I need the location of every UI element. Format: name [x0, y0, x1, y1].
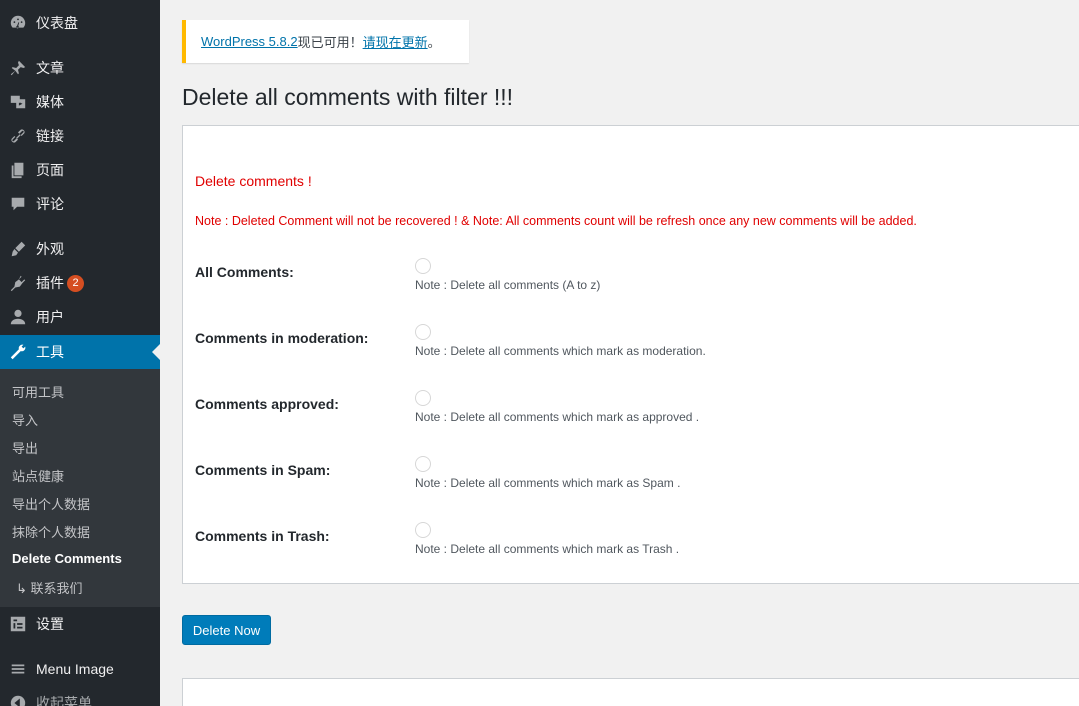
submenu-item-import[interactable]: 导入 — [12, 410, 38, 429]
comment-icon — [0, 195, 36, 213]
sidebar-item-label: Menu Image — [36, 661, 114, 677]
sidebar-item-label: 媒体 — [36, 94, 64, 110]
update-notice: WordPress 5.8.2 现已可用！ 请现在更新 。 — [182, 20, 469, 63]
brush-icon — [0, 240, 36, 258]
sidebar-item-plugins[interactable]: 插件 2 — [0, 266, 160, 300]
radio-trash[interactable] — [415, 522, 431, 538]
pin-icon — [0, 59, 36, 77]
option-note-all: Note : Delete all comments (A to z) — [415, 278, 601, 292]
sidebar-item-settings[interactable]: 设置 — [0, 607, 160, 641]
page-title: Delete all comments with filter !!! — [182, 84, 514, 110]
submenu-item-available-tools[interactable]: 可用工具 — [12, 382, 64, 401]
radio-spam[interactable] — [415, 456, 431, 472]
sidebar-item-pages[interactable]: 页面 — [0, 153, 160, 187]
sidebar-item-dashboard[interactable]: 仪表盘 — [0, 6, 160, 40]
sidebar-item-menu-image[interactable]: Menu Image — [0, 652, 160, 686]
option-label-moderation: Comments in moderation: — [195, 330, 369, 346]
dashboard-icon — [0, 14, 36, 32]
sidebar-item-tools[interactable]: 工具 — [0, 335, 160, 369]
media-icon — [0, 93, 36, 111]
sidebar-item-links[interactable]: 链接 — [0, 119, 160, 153]
user-icon — [0, 308, 36, 326]
radio-approved[interactable] — [415, 390, 431, 406]
sidebar-item-label: 链接 — [36, 128, 64, 144]
submenu-item-contact-us[interactable]: ↳ 联系我们 — [16, 578, 83, 597]
wrench-icon — [0, 343, 36, 361]
sidebar-item-label: 收起菜单 — [36, 695, 92, 706]
sidebar-item-label: 评论 — [36, 196, 64, 212]
sidebar-item-media[interactable]: 媒体 — [0, 85, 160, 119]
sidebar-item-collapse[interactable]: 收起菜单 — [0, 686, 160, 706]
settings-icon — [0, 615, 36, 633]
option-note-moderation: Note : Delete all comments which mark as… — [415, 344, 706, 358]
menu-icon — [0, 660, 36, 678]
collapse-icon — [0, 694, 36, 706]
page-icon — [0, 161, 36, 179]
option-label-approved: Comments approved: — [195, 396, 339, 412]
sidebar-item-appearance[interactable]: 外观 — [0, 232, 160, 266]
sidebar-item-users[interactable]: 用户 — [0, 300, 160, 334]
submenu-item-site-health[interactable]: 站点健康 — [12, 466, 64, 485]
option-note-approved: Note : Delete all comments which mark as… — [415, 410, 700, 424]
sidebar-item-comments[interactable]: 评论 — [0, 187, 160, 221]
submenu-item-erase-personal-data[interactable]: 抹除个人数据 — [12, 522, 90, 541]
notice-suffix: 。 — [427, 35, 441, 50]
update-now-link[interactable]: 请现在更新 — [363, 32, 428, 51]
option-note-spam: Note : Delete all comments which mark as… — [415, 476, 681, 490]
sidebar-item-label: 用户 — [36, 309, 64, 325]
admin-sidebar: 仪表盘 文章 媒体 链接 页面 评论 外观 插件 2 用户 工具 可用工具 导入… — [0, 0, 160, 706]
update-count-badge: 2 — [67, 274, 84, 292]
delete-now-button[interactable]: Delete Now — [182, 615, 271, 645]
panel-heading: Delete comments ! — [195, 173, 312, 189]
submenu-item-export-personal-data[interactable]: 导出个人数据 — [12, 494, 90, 513]
delete-comments-panel: Delete comments ! Note : Deleted Comment… — [182, 125, 1079, 584]
notice-text: 现已可用！ — [297, 35, 363, 50]
sidebar-item-label: 仪表盘 — [36, 15, 78, 31]
sidebar-item-label: 设置 — [36, 616, 64, 632]
sidebar-item-posts[interactable]: 文章 — [0, 51, 160, 85]
option-note-trash: Note : Delete all comments which mark as… — [415, 542, 680, 556]
sidebar-item-label: 插件 — [36, 275, 64, 291]
sidebar-item-label: 外观 — [36, 241, 64, 257]
radio-moderation[interactable] — [415, 324, 431, 340]
link-icon — [0, 127, 36, 145]
tools-submenu: 可用工具 导入 导出 站点健康 导出个人数据 抹除个人数据 Delete Com… — [0, 369, 160, 607]
radio-all-comments[interactable] — [415, 258, 431, 274]
option-label-trash: Comments in Trash: — [195, 528, 330, 544]
submenu-item-export[interactable]: 导出 — [12, 438, 38, 457]
panel-warning-note: Note : Deleted Comment will not be recov… — [195, 214, 917, 228]
wordpress-version-link[interactable]: WordPress 5.8.2 — [201, 34, 298, 49]
plugin-icon — [0, 274, 36, 292]
option-label-spam: Comments in Spam: — [195, 462, 331, 478]
submenu-item-delete-comments[interactable]: Delete Comments — [12, 551, 122, 566]
sidebar-item-label: 文章 — [36, 60, 64, 76]
sidebar-item-label: 工具 — [36, 344, 64, 360]
option-label-all: All Comments: — [195, 264, 294, 280]
sidebar-item-label: 页面 — [36, 162, 64, 178]
secondary-panel — [182, 678, 1079, 706]
